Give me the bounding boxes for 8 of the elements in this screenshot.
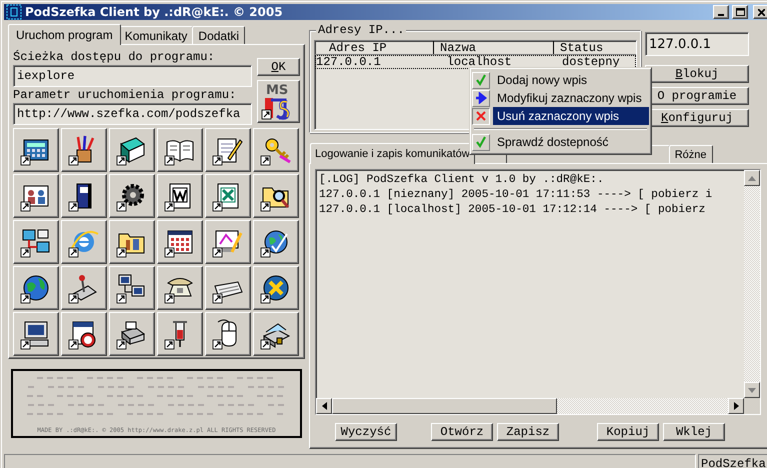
log-line: [.LOG] PodSzefka Client v 1.0 by .:dR@kE:. — [319, 174, 605, 188]
group-title: Adresy IP... — [316, 23, 406, 37]
field-label: Parametr uruchomienia programu: — [13, 88, 238, 102]
window-title: PodSzefka Client by .:dR@kE:. © 2005 — [25, 5, 284, 19]
log-line: 127.0.0.1 [localhost] 2005-10-01 17:12:14 ----> [ pobierz — [319, 204, 706, 218]
field-label: Ścieżka dostępu do programu: — [13, 50, 216, 64]
log-line: 127.0.0.1 [nieznany] 2005-10-01 17:11:53 ----> [ pobierz i — [319, 189, 714, 203]
status-text: PodSzefka — [698, 454, 767, 468]
